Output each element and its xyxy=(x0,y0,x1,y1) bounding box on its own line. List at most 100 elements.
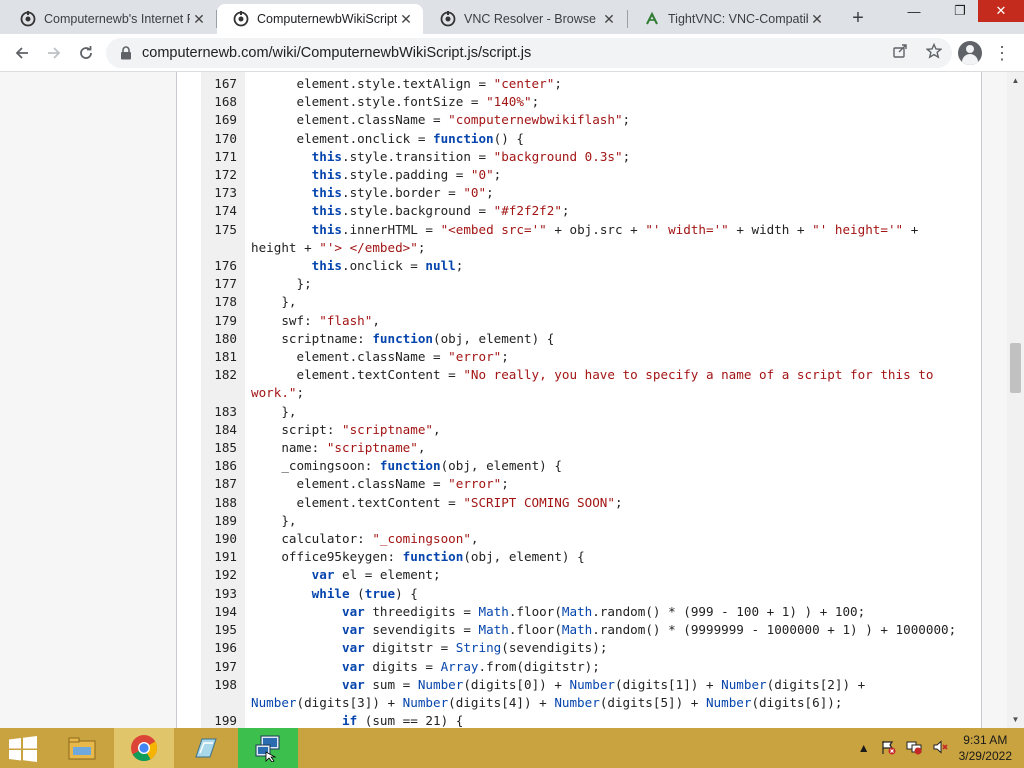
code-text: this.onclick = null; xyxy=(311,258,464,274)
code-line-continuation: work."; xyxy=(201,384,971,402)
tab-title: TightVNC: VNC-Compatible xyxy=(668,12,808,26)
vm-icon xyxy=(20,11,36,27)
line-number: 171 xyxy=(214,148,237,164)
code-text: height + "'> </embed>"; xyxy=(251,239,426,255)
code-line: 168 element.style.fontSize = "140%"; xyxy=(201,93,971,111)
line-number: 179 xyxy=(214,312,237,328)
minimize-button[interactable]: — xyxy=(894,0,934,22)
close-window-button[interactable]: ✕ xyxy=(978,0,1024,22)
scroll-down-icon[interactable]: ▼ xyxy=(1007,711,1024,728)
volume-muted-icon[interactable] xyxy=(932,739,948,758)
close-icon[interactable]: ✕ xyxy=(808,10,826,28)
code-line-continuation: Number(digits[3]) + Number(digits[4]) + … xyxy=(201,694,971,712)
vertical-scrollbar[interactable]: ▲ ▼ xyxy=(1007,72,1024,728)
line-number: 186 xyxy=(214,458,237,474)
code-text: _comingsoon: function(obj, element) { xyxy=(251,458,562,474)
line-number: 174 xyxy=(214,203,237,219)
lock-icon[interactable] xyxy=(120,46,132,60)
more-menu-icon[interactable]: ⋮ xyxy=(992,39,1012,67)
line-number: 183 xyxy=(214,403,237,419)
close-icon[interactable]: ✕ xyxy=(600,10,618,28)
line-number: 175 xyxy=(214,221,237,237)
code-line: 169 element.className = "computernewbwik… xyxy=(201,111,971,129)
address-bar[interactable]: computernewb.com/wiki/ComputernewbWikiSc… xyxy=(106,38,952,68)
line-number: 198 xyxy=(214,676,237,692)
line-number: 172 xyxy=(214,167,237,183)
close-icon[interactable]: ✕ xyxy=(397,10,415,28)
code-line: 198 var sum = Number(digits[0]) + Number… xyxy=(201,676,971,694)
line-number: 196 xyxy=(214,640,237,656)
forward-button[interactable] xyxy=(40,39,68,67)
vm-icon xyxy=(440,11,456,27)
code-text: this.style.padding = "0"; xyxy=(311,167,502,183)
code-text: var el = element; xyxy=(311,567,441,583)
tab-vnc-resolver[interactable]: VNC Resolver - Browse ✕ xyxy=(424,4,626,34)
scroll-thumb[interactable] xyxy=(1010,343,1021,393)
close-icon[interactable]: ✕ xyxy=(190,10,208,28)
back-button[interactable] xyxy=(8,39,36,67)
scroll-up-icon[interactable]: ▲ xyxy=(1007,72,1024,89)
code-text: element.style.fontSize = "140%"; xyxy=(251,94,540,110)
code-text: }, xyxy=(251,512,297,528)
notepad-icon[interactable] xyxy=(176,728,236,768)
taskbar: ▲ 9:31 AM 3/29/2022 xyxy=(0,728,1024,768)
code-line: 171 this.style.transition = "background … xyxy=(201,148,971,166)
tightvnc-viewer-icon[interactable] xyxy=(238,728,298,768)
code-text: this.style.transition = "background 0.3s… xyxy=(311,148,631,164)
line-number: 170 xyxy=(214,130,237,146)
taskbar-clock[interactable]: 9:31 AM 3/29/2022 xyxy=(959,732,1012,764)
file-explorer-icon[interactable] xyxy=(52,728,112,768)
line-number: 167 xyxy=(214,76,237,91)
line-number: 188 xyxy=(214,494,237,510)
action-center-flag-icon[interactable] xyxy=(880,739,896,758)
code-line: 177 }; xyxy=(201,275,971,293)
network-icon[interactable] xyxy=(906,739,922,758)
tab-tightvnc[interactable]: TightVNC: VNC-Compatible ✕ xyxy=(628,4,834,34)
line-number: 180 xyxy=(214,330,237,346)
windows-start-icon[interactable] xyxy=(8,736,38,762)
code-text: if (sum == 21) { xyxy=(342,713,464,728)
code-text: var digitstr = String(sevendigits); xyxy=(342,640,608,656)
code-line: 180 scriptname: function(obj, element) { xyxy=(201,330,971,348)
code-line: 178 }, xyxy=(201,293,971,311)
system-tray: ▲ 9:31 AM 3/29/2022 xyxy=(853,728,1024,768)
code-line: 189 }, xyxy=(201,512,971,530)
line-number: 199 xyxy=(214,713,237,728)
new-tab-button[interactable]: + xyxy=(846,6,870,30)
restore-button[interactable]: ❐ xyxy=(940,0,980,22)
code-block: 167 element.style.textAlign = "center"; 1… xyxy=(201,75,971,728)
back-arrow-icon xyxy=(15,47,28,59)
code-line: 188 element.textContent = "SCRIPT COMING… xyxy=(201,494,971,512)
tab-internet-pinball[interactable]: Computernewb's Internet Pinball ✕ xyxy=(4,4,216,34)
bookmark-star-icon[interactable] xyxy=(924,42,944,63)
chrome-icon[interactable] xyxy=(114,728,174,768)
code-text: Number(digits[3]) + Number(digits[4]) + … xyxy=(251,694,843,710)
code-text: element.className = "error"; xyxy=(251,476,509,492)
code-line: 190 calculator: "_comingsoon", xyxy=(201,530,971,548)
code-text: this.innerHTML = "<embed src='" + obj.sr… xyxy=(311,221,919,237)
code-text: }; xyxy=(251,276,312,292)
code-line: 176 this.onclick = null; xyxy=(201,257,971,275)
code-text: while (true) { xyxy=(311,585,418,601)
line-number: 193 xyxy=(214,585,237,601)
profile-avatar[interactable] xyxy=(958,41,982,65)
tab-wikiscript[interactable]: ComputernewbWikiScript.js ✕ xyxy=(217,4,423,34)
code-line: 196 var digitstr = String(sevendigits); xyxy=(201,639,971,657)
url-text[interactable]: computernewb.com/wiki/ComputernewbWikiSc… xyxy=(142,45,531,61)
code-line: 187 element.className = "error"; xyxy=(201,475,971,493)
code-line: 182 element.textContent = "No really, yo… xyxy=(201,366,971,384)
page-content: 167 element.style.textAlign = "center"; 1… xyxy=(0,72,1024,728)
line-number: 189 xyxy=(214,512,237,528)
code-line: 170 element.onclick = function() { xyxy=(201,130,971,148)
code-line: 192 var el = element; xyxy=(201,566,971,584)
code-line: 167 element.style.textAlign = "center"; xyxy=(201,75,971,93)
code-line: 184 script: "scriptname", xyxy=(201,421,971,439)
code-text: name: "scriptname", xyxy=(251,440,426,456)
code-line: 186 _comingsoon: function(obj, element) … xyxy=(201,457,971,475)
share-icon[interactable] xyxy=(890,43,910,63)
line-number: 177 xyxy=(214,276,237,292)
reload-button[interactable] xyxy=(72,39,100,67)
line-number: 192 xyxy=(214,567,237,583)
show-hidden-icons-icon[interactable]: ▲ xyxy=(858,741,870,755)
line-number: 184 xyxy=(214,421,237,437)
